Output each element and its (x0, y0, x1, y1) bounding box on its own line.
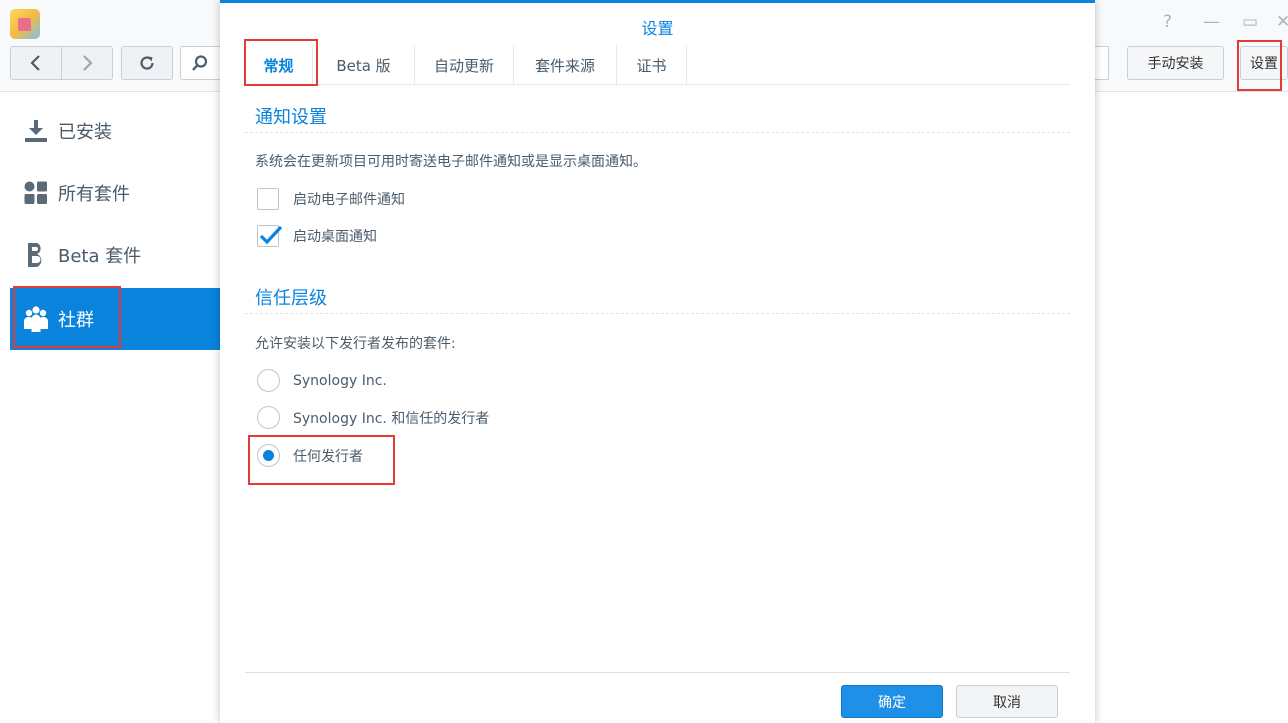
package-center-logo-icon (10, 9, 40, 39)
email-notification-checkbox[interactable] (257, 188, 279, 210)
search-input[interactable] (180, 46, 220, 80)
checkmark-icon (259, 225, 283, 245)
sidebar-item-installed[interactable]: 已安装 (10, 100, 220, 162)
manual-install-button[interactable]: 手动安装 (1127, 46, 1224, 80)
trust-level-section-title: 信任层级 (255, 288, 327, 309)
help-icon[interactable]: ? (1163, 12, 1172, 32)
footer-divider (245, 672, 1070, 673)
highlight-box (244, 39, 318, 86)
highlight-box (1237, 40, 1282, 91)
tab-auto-update[interactable]: 自动更新 (415, 45, 514, 85)
sidebar-item-all-packages[interactable]: 所有套件 (10, 162, 220, 224)
desktop-notification-checkbox[interactable] (257, 225, 283, 247)
notification-section-title: 通知设置 (255, 107, 327, 128)
ok-button[interactable]: 确定 (841, 685, 943, 718)
trust-option-label: Synology Inc. (293, 372, 387, 389)
refresh-button[interactable] (121, 46, 173, 80)
sidebar-item-label: Beta 套件 (58, 246, 142, 267)
email-notification-label: 启动电子邮件通知 (293, 192, 405, 208)
chevron-right-icon (83, 55, 93, 71)
maximize-icon[interactable]: ▭ (1242, 12, 1258, 32)
sidebar: 已安装 所有套件 Beta 套件 社群 (0, 92, 220, 723)
notification-description: 系统会在更新项目可用时寄送电子邮件通知或是显示桌面通知。 (255, 154, 647, 170)
trust-level-description: 允许安装以下发行者发布的套件: (255, 336, 456, 352)
sidebar-item-label: 所有套件 (58, 184, 130, 205)
trust-option-synology-trusted[interactable]: Synology Inc. 和信任的发行者 (257, 406, 489, 429)
highlight-box (13, 286, 121, 348)
trust-option-label: Synology Inc. 和信任的发行者 (293, 410, 490, 427)
minimize-icon[interactable]: — (1203, 12, 1220, 32)
tab-certificate[interactable]: 证书 (617, 45, 687, 85)
dialog-title: 设置 (641, 19, 674, 38)
section-divider (245, 313, 1070, 314)
search-icon (192, 55, 208, 71)
grid-icon (22, 179, 50, 207)
forward-button[interactable] (61, 46, 113, 80)
settings-tabs: 常规 Beta 版 自动更新 套件来源 证书 (245, 45, 1070, 85)
desktop-notification-label: 启动桌面通知 (293, 229, 377, 245)
tab-package-sources[interactable]: 套件来源 (514, 45, 617, 85)
tab-beta[interactable]: Beta 版 (313, 45, 415, 85)
chevron-left-icon (30, 55, 40, 71)
highlight-box (248, 435, 395, 485)
close-icon[interactable]: ✕ (1276, 12, 1288, 32)
beta-icon (22, 241, 50, 269)
sidebar-item-label: 已安装 (58, 122, 112, 143)
trust-option-synology[interactable]: Synology Inc. (257, 369, 387, 392)
section-divider (245, 132, 1070, 133)
trust-radio-synology-trusted[interactable] (257, 406, 280, 429)
email-notification-option[interactable]: 启动电子邮件通知 (257, 188, 405, 210)
refresh-icon (140, 56, 154, 70)
sidebar-item-beta-packages[interactable]: Beta 套件 (10, 224, 220, 286)
back-button[interactable] (10, 46, 62, 80)
download-icon (22, 117, 50, 145)
search-input-end[interactable] (1095, 46, 1109, 80)
settings-dialog: 设置 常规 Beta 版 自动更新 套件来源 证书 通知设置 系统会在更新项目可… (220, 0, 1095, 723)
desktop-notification-option[interactable]: 启动桌面通知 (257, 225, 377, 247)
cancel-button[interactable]: 取消 (956, 685, 1058, 718)
trust-radio-synology[interactable] (257, 369, 280, 392)
